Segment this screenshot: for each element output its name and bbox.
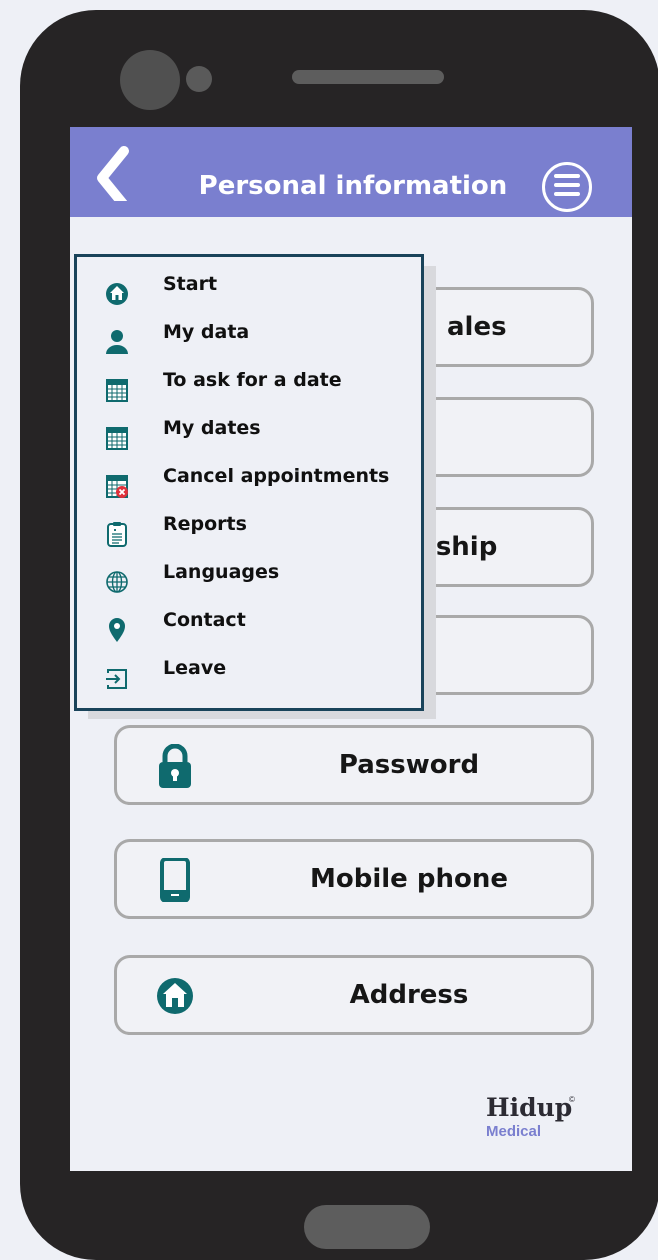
front-camera	[120, 50, 180, 110]
calendar-cancel-icon	[106, 475, 128, 498]
calendar-icon	[106, 379, 128, 402]
logo-text: Hidup	[486, 1093, 573, 1122]
home-button[interactable]	[304, 1205, 430, 1249]
menu-item-start[interactable]: Start	[77, 269, 421, 309]
menu-item-label: Start	[163, 273, 218, 295]
menu-item-my-dates[interactable]: My dates	[77, 413, 421, 453]
menu-item-label: Languages	[163, 561, 280, 583]
brand-logo: Hidup Medical ©	[486, 1093, 576, 1163]
exit-icon	[106, 669, 127, 689]
copyright-mark: ©	[569, 1095, 575, 1104]
menu-item-cancel-appointments[interactable]: Cancel appointments	[77, 461, 421, 501]
option-label: Address	[349, 980, 469, 1010]
globe-icon	[106, 571, 128, 593]
chevron-left-icon	[97, 146, 129, 210]
earpiece-speaker	[292, 70, 444, 84]
menu-item-ask-date[interactable]: To ask for a date	[77, 365, 421, 405]
menu-button[interactable]	[542, 162, 592, 212]
menu-item-languages[interactable]: Languages	[77, 557, 421, 597]
clipboard-icon	[107, 522, 127, 547]
user-icon	[106, 330, 128, 354]
menu-item-label: To ask for a date	[163, 369, 342, 391]
proximity-sensor	[186, 66, 212, 92]
menu-line	[554, 192, 580, 196]
menu-item-my-data[interactable]: My data	[77, 317, 421, 357]
mobile-phone-icon	[160, 858, 190, 902]
menu-item-label: My data	[163, 321, 250, 343]
location-pin-icon	[109, 618, 125, 642]
option-label: Mobile phone	[310, 864, 508, 894]
calendar-icon	[106, 427, 128, 450]
lock-icon	[159, 744, 191, 788]
menu-line	[554, 183, 580, 187]
menu-item-label: Leave	[163, 657, 227, 679]
logo-subtitle: Medical	[486, 1123, 542, 1140]
menu-item-label: Reports	[163, 513, 247, 535]
option-mobile-phone[interactable]: Mobile phone	[114, 839, 594, 919]
menu-item-leave[interactable]: Leave	[77, 653, 421, 693]
app-header: Personal information	[70, 127, 632, 217]
menu-item-contact[interactable]: Contact	[77, 605, 421, 645]
page-title: Personal information	[198, 171, 508, 201]
menu-line	[554, 174, 580, 178]
option-address[interactable]: Address	[114, 955, 594, 1035]
menu-item-label: Contact	[163, 609, 246, 631]
option-label: Password	[338, 750, 480, 780]
back-button[interactable]	[88, 145, 144, 210]
option-password[interactable]: Password	[114, 725, 594, 805]
menu-item-label: My dates	[163, 417, 261, 439]
menu-item-label: Cancel appointments	[163, 465, 390, 487]
home-icon	[106, 283, 128, 305]
home-icon	[157, 978, 193, 1014]
navigation-dropdown: Start My data To ask for a date My dates	[74, 254, 424, 711]
menu-item-reports[interactable]: Reports	[77, 509, 421, 549]
